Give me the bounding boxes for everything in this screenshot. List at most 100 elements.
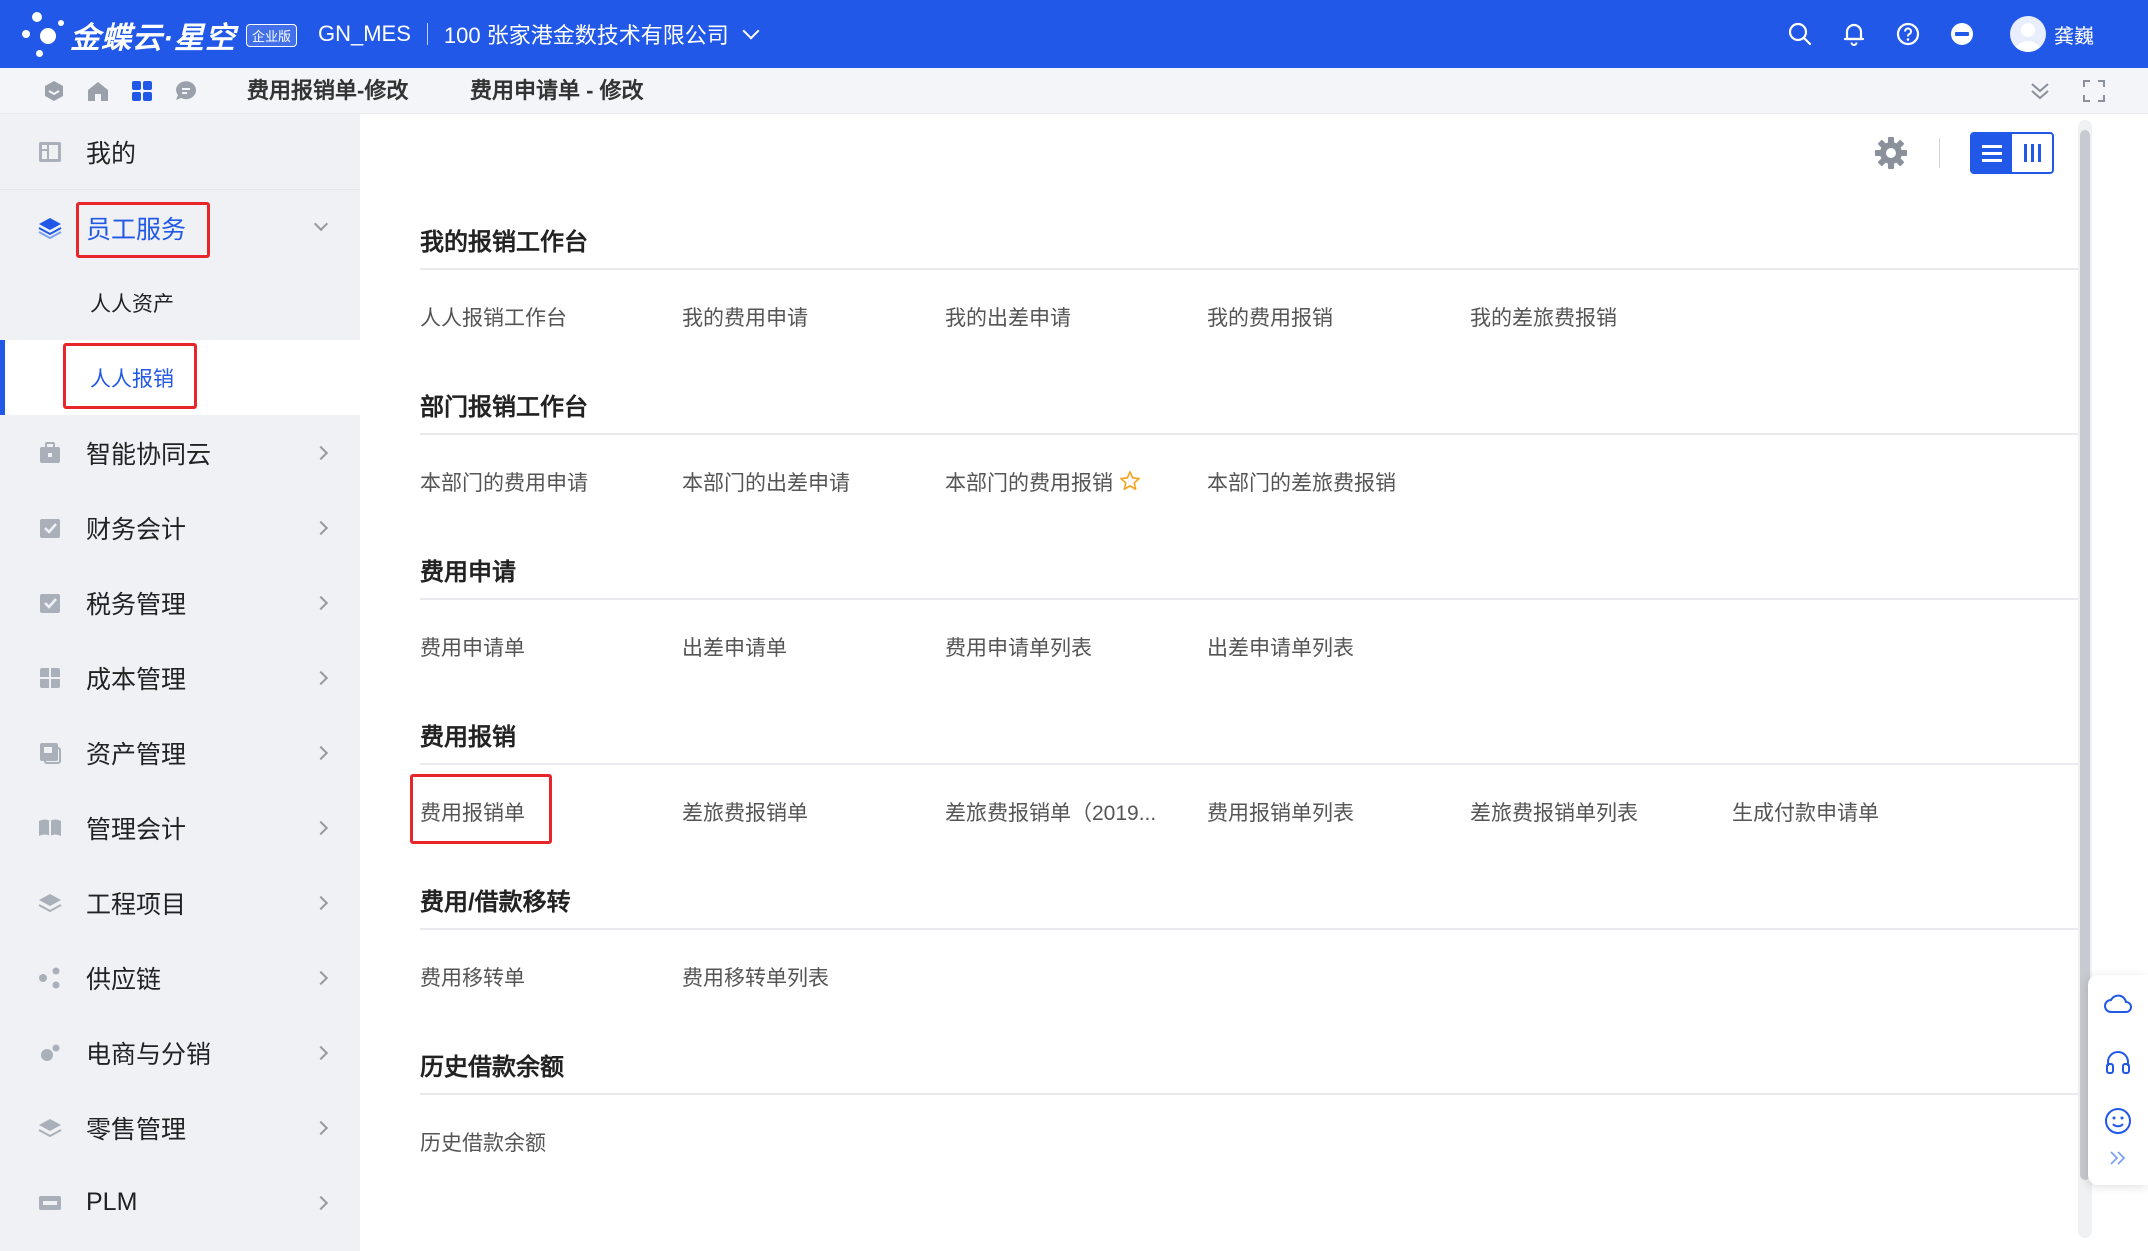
section-divider	[420, 598, 2080, 600]
tab-bar: 费用报销单-修改 费用申请单 - 修改	[0, 68, 2148, 114]
help-icon[interactable]	[1894, 20, 1922, 48]
toolbar-divider	[1939, 138, 1940, 168]
double-chevron-right-icon[interactable]	[2102, 1147, 2134, 1169]
tab-expense-reimbursement-edit[interactable]: 费用报销单-修改	[247, 68, 408, 114]
column-view-icon[interactable]	[2012, 134, 2052, 172]
menu-link[interactable]: 出差申请单	[682, 632, 787, 662]
menu-link[interactable]: 人人报销工作台	[420, 302, 567, 332]
sidebar: 我的 员工服务 人人资产 人人报销 智能协同云 财务会计 税务管理 成本管理 资…	[0, 114, 360, 1251]
main-content: 我的报销工作台 人人报销工作台 我的费用申请 我的出差申请 我的费用报销 我的差…	[360, 114, 2148, 1251]
menu-link[interactable]: 本部门的差旅费报销	[1207, 467, 1396, 497]
sidebar-subitem-personal-assets[interactable]: 人人资产	[0, 265, 360, 340]
sidebar-item-management-accounting[interactable]: 管理会计	[0, 790, 360, 865]
view-tools	[1873, 132, 2054, 174]
tab-expense-request-edit[interactable]: 费用申请单 - 修改	[470, 68, 644, 114]
section-title-my-workbench: 我的报销工作台	[420, 229, 588, 256]
section-divider	[420, 268, 2080, 270]
chevron-right-icon	[313, 1045, 329, 1060]
menu-link[interactable]: 我的差旅费报销	[1470, 302, 1617, 332]
section-divider	[420, 1093, 2080, 1095]
menu-link[interactable]: 费用移转单	[420, 962, 525, 992]
asset-icon	[36, 739, 64, 767]
sidebar-item-label: 税务管理	[86, 590, 187, 619]
view-toggle	[1970, 132, 2054, 174]
section-divider	[420, 928, 2080, 930]
menu-link[interactable]: 我的费用申请	[682, 302, 808, 332]
chevron-right-icon	[313, 820, 329, 835]
menu-link[interactable]: 本部门的费用申请	[420, 467, 588, 497]
cloud-icon[interactable]	[2102, 989, 2134, 1021]
bubbles-icon	[36, 1039, 64, 1067]
sidebar-item-label: 财务会计	[86, 515, 187, 544]
sidebar-item-financial-accounting[interactable]: 财务会计	[0, 490, 360, 565]
sidebar-item-label: 我的	[86, 139, 137, 168]
home-icon[interactable]	[84, 77, 112, 105]
layers-icon	[36, 1114, 64, 1142]
briefcase-icon	[36, 439, 64, 467]
gear-icon[interactable]	[1873, 135, 1909, 171]
menu-link[interactable]: 我的出差申请	[945, 302, 1071, 332]
star-icon[interactable]	[1119, 470, 1141, 498]
sidebar-item-asset-management[interactable]: 资产管理	[0, 715, 360, 790]
tenant-switcher[interactable]: GN_MES 100 张家港金数技术有限公司	[318, 0, 760, 68]
sidebar-item-tax-management[interactable]: 税务管理	[0, 565, 360, 640]
chat-icon[interactable]	[172, 77, 200, 105]
sidebar-item-engineering-projects[interactable]: 工程项目	[0, 865, 360, 940]
menu-link[interactable]: 我的费用报销	[1207, 302, 1333, 332]
sidebar-item-retail-management[interactable]: 零售管理	[0, 1090, 360, 1165]
chevron-down-icon[interactable]	[742, 22, 760, 40]
menu-link[interactable]: 费用报销单列表	[1207, 797, 1354, 827]
sidebar-item-smart-collaboration[interactable]: 智能协同云	[0, 415, 360, 490]
sidebar-item-label: 资产管理	[86, 740, 187, 769]
menu-link-favorite[interactable]: 本部门的费用报销	[945, 467, 1141, 498]
menu-link[interactable]: 费用移转单列表	[682, 962, 829, 992]
ledger-check-icon	[36, 514, 64, 542]
menu-link[interactable]: 差旅费报销单	[682, 797, 808, 827]
section-title-expense-reimbursement: 费用报销	[420, 724, 516, 751]
sidebar-item-supply-chain[interactable]: 供应链	[0, 940, 360, 1015]
brand-logo[interactable]: 金蝶云·星空 企业版	[22, 10, 298, 60]
chevron-down-icon[interactable]	[313, 216, 329, 232]
list-view-icon[interactable]	[1972, 134, 2012, 172]
sidebar-item-label: 智能协同云	[86, 440, 212, 469]
sidebar-item-label: PLM	[86, 1188, 138, 1216]
chevron-right-icon	[313, 520, 329, 535]
brand-name: 金蝶云·星空	[70, 22, 236, 55]
search-icon[interactable]	[1786, 20, 1814, 48]
chevron-right-icon	[313, 895, 329, 910]
section-title-historical-loan-balance: 历史借款余额	[420, 1054, 564, 1081]
menu-link[interactable]: 费用申请单	[420, 632, 525, 662]
menu-link[interactable]: 差旅费报销单（2019...	[945, 797, 1156, 827]
headset-icon[interactable]	[2102, 1047, 2134, 1079]
sidebar-subitem-label: 人人资产	[90, 292, 174, 316]
fullscreen-icon[interactable]	[2080, 77, 2108, 105]
avatar[interactable]	[2010, 16, 2046, 52]
menu-link[interactable]: 费用申请单列表	[945, 632, 1092, 662]
user-name[interactable]: 龚巍	[2054, 20, 2094, 49]
cube-icon[interactable]	[40, 77, 68, 105]
bell-icon[interactable]	[1840, 20, 1868, 48]
menu-link[interactable]: 历史借款余额	[420, 1127, 546, 1157]
menu-link[interactable]: 本部门的出差申请	[682, 467, 850, 497]
workspace-name: GN_MES	[318, 21, 411, 46]
sidebar-item-my[interactable]: 我的	[0, 114, 360, 189]
double-chevron-down-icon[interactable]	[2026, 77, 2054, 105]
highlight-box	[63, 343, 197, 409]
menu-link[interactable]: 出差申请单列表	[1207, 632, 1354, 662]
sidebar-item-plm[interactable]: PLM	[0, 1165, 360, 1240]
chevron-right-icon	[313, 1195, 329, 1210]
sidebar-item-ecommerce-distribution[interactable]: 电商与分销	[0, 1015, 360, 1090]
layers-icon	[36, 889, 64, 917]
minus-circle-icon[interactable]	[1948, 20, 1976, 48]
section-title-expense-request: 费用申请	[420, 559, 516, 586]
smile-icon[interactable]	[2102, 1105, 2134, 1137]
active-indicator	[0, 340, 5, 415]
menu-link[interactable]: 差旅费报销单列表	[1470, 797, 1638, 827]
menu-link[interactable]: 生成付款申请单	[1732, 797, 1879, 827]
sidebar-item-label: 管理会计	[86, 815, 187, 844]
sidebar-item-cost-management[interactable]: 成本管理	[0, 640, 360, 715]
apps-icon[interactable]	[128, 77, 156, 105]
chevron-right-icon	[313, 745, 329, 760]
company-name: 100 张家港金数技术有限公司	[443, 23, 729, 48]
nodes-icon	[36, 964, 64, 992]
